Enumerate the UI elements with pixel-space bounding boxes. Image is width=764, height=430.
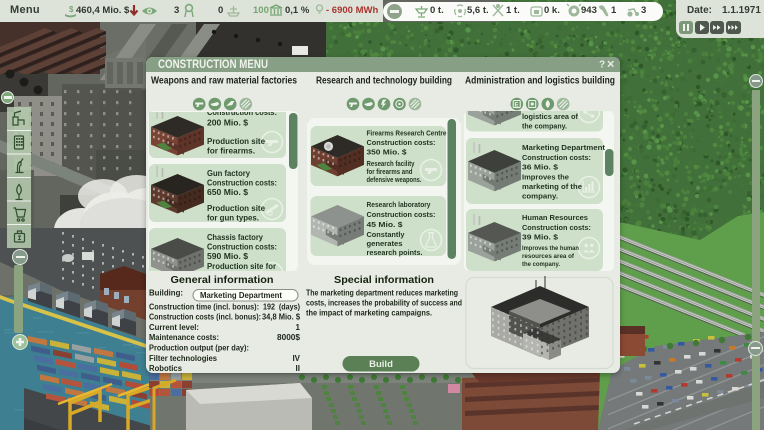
svg-text:Maintenance costs:: Maintenance costs:	[149, 333, 219, 342]
svg-text:E: E	[515, 102, 519, 108]
svg-text:Weapons and raw material facto: Weapons and raw material factories	[151, 76, 297, 87]
svg-text:1: 1	[296, 323, 301, 332]
svg-text:Research facility: Research facility	[367, 161, 415, 168]
svg-text:Build: Build	[369, 359, 393, 370]
svg-text:200 Mio. $: 200 Mio. $	[207, 119, 249, 128]
svg-text:for gun types.: for gun types.	[207, 214, 259, 223]
svg-text:Production site: Production site	[207, 137, 266, 146]
svg-text:8000$: 8000$	[277, 333, 301, 342]
svg-text:The marketing department reduc: The marketing department reduces marketi…	[306, 289, 458, 298]
svg-text:marketing of the: marketing of the	[522, 182, 582, 191]
svg-text:General information: General information	[171, 274, 274, 286]
svg-text:Research laboratory: Research laboratory	[367, 200, 432, 209]
svg-text:defensive weapons.: defensive weapons.	[367, 177, 422, 184]
svg-text:logistics area of: logistics area of	[522, 112, 578, 121]
svg-text:?: ?	[599, 60, 605, 71]
svg-text:192 (days): 192 (days)	[263, 302, 300, 311]
svg-text:34,8 Mio. $: 34,8 Mio. $	[262, 313, 301, 322]
svg-text:costs, increases the probabili: costs, increases the probability of succ…	[306, 299, 462, 308]
svg-text:350 Mio. $: 350 Mio. $	[367, 148, 408, 157]
svg-text:Human Resources: Human Resources	[522, 213, 588, 222]
svg-text:Building:: Building:	[149, 289, 183, 298]
svg-text:for firearms.: for firearms.	[207, 147, 255, 156]
svg-text:the impact of marketing campai: the impact of marketing campaigns.	[306, 309, 432, 318]
svg-text:Firearms Research Centre: Firearms Research Centre	[367, 129, 447, 138]
svg-text:590 Mio. $: 590 Mio. $	[207, 252, 249, 261]
svg-text:generates: generates	[367, 239, 403, 248]
svg-text:resources area of: resources area of	[522, 253, 575, 260]
svg-text:Production site: Production site	[207, 204, 266, 213]
svg-text:Research and technology buildi: Research and technology building	[316, 76, 452, 87]
svg-text:Special information: Special information	[334, 274, 434, 286]
svg-text:Robotics: Robotics	[149, 364, 183, 373]
svg-text:Administration and logistics b: Administration and logistics building	[465, 76, 615, 87]
svg-text:CONSTRUCTION MENU: CONSTRUCTION MENU	[158, 59, 268, 71]
svg-text:the company.: the company.	[522, 122, 567, 131]
svg-text:Constantly: Constantly	[367, 230, 406, 239]
svg-text:IV: IV	[292, 354, 300, 363]
svg-text:650 Mio. $: 650 Mio. $	[207, 188, 249, 197]
svg-text:Gun factory: Gun factory	[207, 169, 251, 178]
svg-text:Construction time (incl. bonus: Construction time (incl. bonus):	[149, 302, 259, 311]
svg-text:Current level:: Current level:	[149, 323, 199, 332]
svg-text:39 Mio. $: 39 Mio. $	[522, 233, 559, 242]
svg-text:Improves the human: Improves the human	[522, 245, 579, 252]
svg-text:36 Mio. $: 36 Mio. $	[522, 163, 559, 172]
svg-text:Construction costs:: Construction costs:	[207, 243, 277, 252]
svg-text:45 Mio. $: 45 Mio. $	[367, 220, 404, 229]
svg-text:research points.: research points.	[367, 248, 423, 257]
svg-text:Production output (per day):: Production output (per day):	[149, 344, 249, 353]
svg-text:Marketing Department: Marketing Department	[522, 143, 605, 152]
svg-text:Improves the: Improves the	[522, 173, 569, 182]
svg-text:Construction costs:: Construction costs:	[207, 179, 277, 188]
svg-text:Chassis factory: Chassis factory	[207, 233, 264, 242]
svg-text:Construction costs:: Construction costs:	[522, 153, 591, 162]
svg-text:Marketing Department: Marketing Department	[200, 291, 282, 300]
svg-text:company.: company.	[522, 192, 558, 201]
svg-text:for firearms and: for firearms and	[367, 169, 413, 176]
svg-text:II: II	[296, 364, 300, 373]
svg-text:Construction costs:: Construction costs:	[367, 210, 436, 219]
svg-text:the company.: the company.	[522, 261, 560, 268]
svg-text:Filter technologies: Filter technologies	[149, 354, 218, 363]
svg-text:Construction costs:: Construction costs:	[367, 138, 436, 147]
svg-text:Construction costs (incl. bonu: Construction costs (incl. bonus):	[149, 313, 261, 322]
svg-text:Construction costs:: Construction costs:	[522, 223, 591, 232]
svg-text:✕: ✕	[607, 60, 615, 71]
svg-text:Production site for: Production site for	[207, 262, 276, 271]
